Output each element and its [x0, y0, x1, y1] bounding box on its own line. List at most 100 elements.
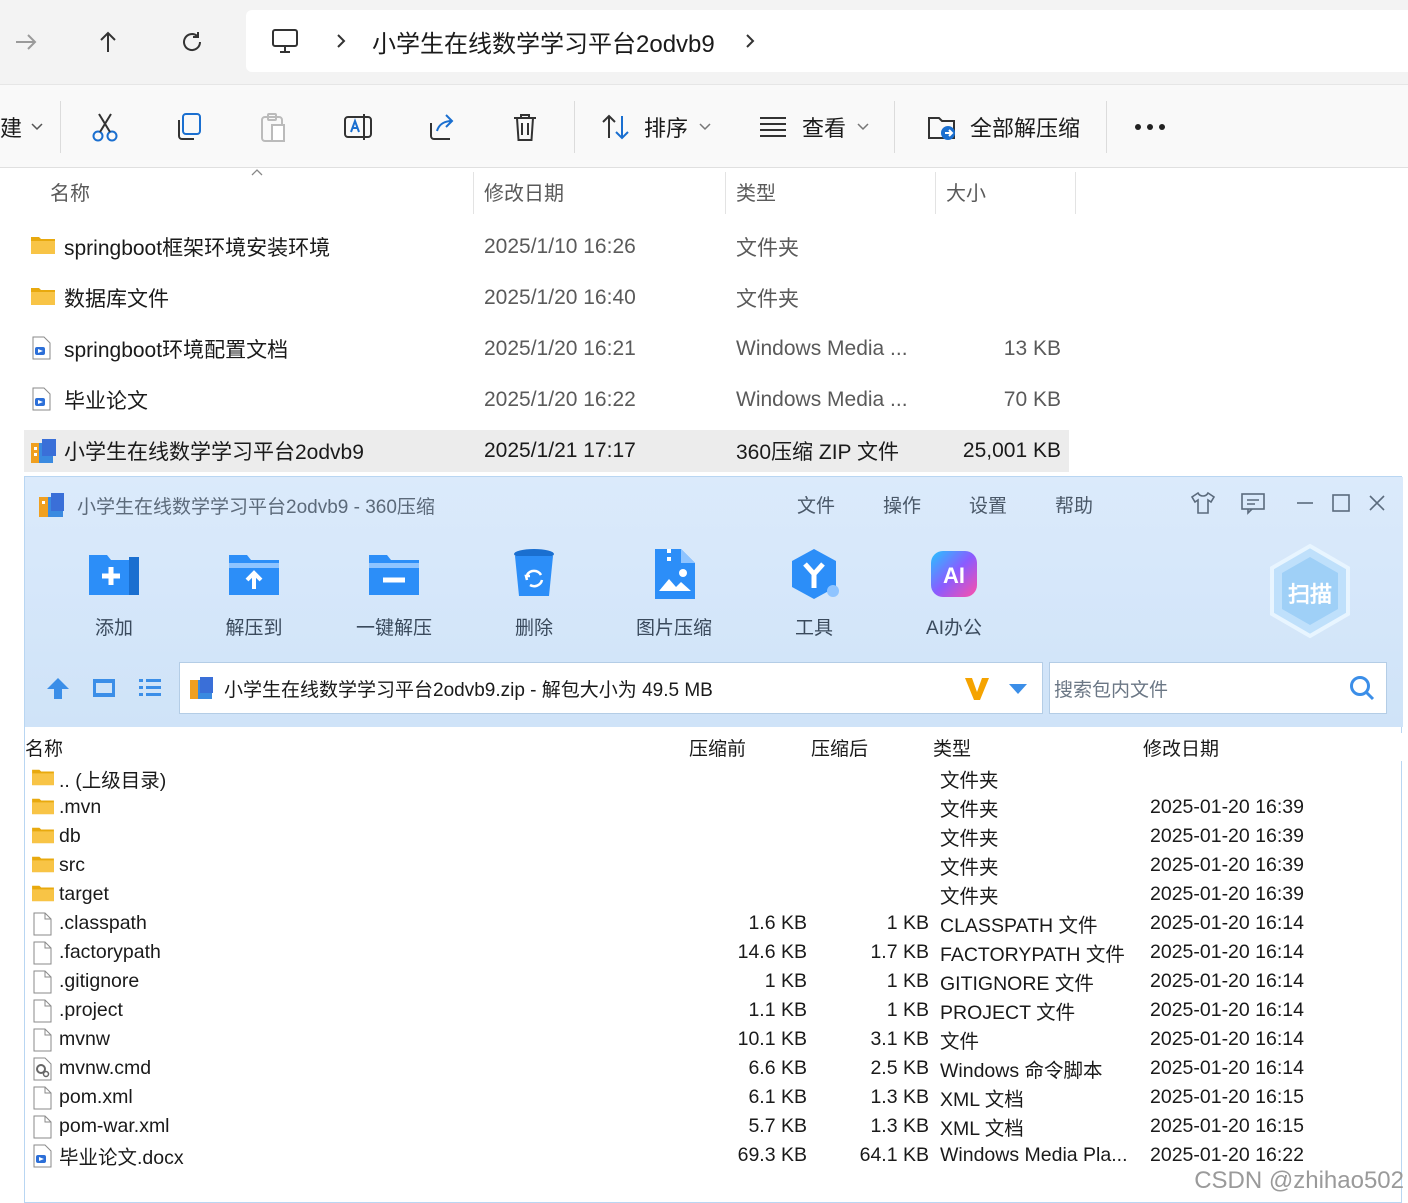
column-header-name[interactable]: 名称 [50, 168, 90, 214]
dropdown-arrow-icon[interactable] [1008, 682, 1028, 696]
refresh-icon [183, 32, 202, 51]
file-date: 2025/1/20 16:22 [484, 388, 636, 411]
archive-entry-row[interactable]: mvnw.cmd 6.6 KB 2.5 KB Windows 命令脚本 2025-01-… [25, 1054, 1403, 1083]
extract-all-label: 全部解压缩 [970, 116, 1081, 141]
archive-entry-row[interactable]: mvnw 10.1 KB 3.1 KB 文件 2025-01-20 16:14 [25, 1025, 1403, 1054]
menu-file[interactable]: 文件 [797, 491, 835, 518]
zip-column-type[interactable]: 类型 [933, 733, 971, 761]
tool-image-compress-label: 图片压缩 [635, 618, 712, 639]
refresh-button[interactable] [172, 22, 212, 62]
archive-entry-row[interactable]: db 文件夹 2025-01-20 16:39 [25, 822, 1403, 851]
entry-type: 文件夹 [940, 770, 999, 792]
entry-name: pom.xml [59, 1086, 133, 1108]
entry-type: CLASSPATH 文件 [940, 915, 1098, 937]
up-level-button[interactable] [45, 675, 71, 706]
maximize-icon [1332, 494, 1350, 512]
recycle-bin-icon [514, 549, 554, 596]
chevron-right-icon[interactable] [743, 32, 757, 50]
entry-type: PROJECT 文件 [940, 1002, 1076, 1024]
thumbnail-view-button[interactable] [91, 675, 117, 706]
zip-list-header: 名称 压缩前 压缩后 类型 修改日期 [25, 733, 1403, 761]
extract-all-button[interactable]: 全部解压缩 [926, 107, 1080, 147]
tool-delete-label: 删除 [514, 618, 553, 639]
zip-column-name[interactable]: 名称 [25, 733, 63, 761]
archive-entry-row[interactable]: .gitignore 1 KB 1 KB GITIGNORE 文件 2025-01-20… [25, 967, 1403, 996]
file-row[interactable]: springboot框架环境安装环境 2025/1/10 16:26 文件夹 [24, 226, 1069, 268]
archive-entry-row[interactable]: .. (上级目录) 文件夹 [25, 764, 1403, 793]
view-label: 查看 [802, 116, 847, 141]
list-view-button[interactable] [137, 675, 163, 706]
share-button[interactable] [426, 107, 458, 147]
entry-type: XML 文档 [940, 1118, 1024, 1140]
archive-path-field[interactable]: 小学生在线数学学习平台2odvb9.zip - 解包大小为 49.5 MB [179, 662, 1043, 714]
skin-button[interactable] [1189, 489, 1217, 517]
file-row[interactable]: springboot环境配置文档 2025/1/20 16:21 Windows M… [24, 328, 1069, 370]
entry-name: mvnw [59, 1028, 110, 1050]
entry-size-before: 5.7 KB [748, 1115, 807, 1137]
breadcrumb-folder[interactable]: 小学生在线数学学习平台2odvb9 [372, 24, 715, 59]
more-options-button[interactable] [1134, 107, 1166, 147]
archive-entry-row[interactable]: src 文件夹 2025-01-20 16:39 [25, 851, 1403, 880]
file-list-header: 名称 修改日期 类型 大小 [0, 168, 1408, 214]
search-icon[interactable] [1348, 674, 1376, 702]
file-icon [33, 941, 52, 965]
tool-quick-extract-label: 一键解压 [355, 618, 432, 639]
up-button[interactable] [88, 22, 128, 62]
zip-column-date[interactable]: 修改日期 [1143, 733, 1219, 761]
archive-entry-row[interactable]: target 文件夹 2025-01-20 16:39 [25, 880, 1403, 909]
feedback-button[interactable] [1239, 489, 1267, 517]
column-header-type[interactable]: 类型 [736, 168, 776, 214]
entry-date: 2025-01-20 16:39 [1150, 883, 1304, 905]
view-list-icon [760, 117, 786, 137]
close-button[interactable] [1363, 489, 1391, 517]
column-header-date[interactable]: 修改日期 [484, 168, 564, 214]
zip-address-bar: 小学生在线数学学习平台2odvb9.zip - 解包大小为 49.5 MB 搜索… [25, 661, 1403, 717]
file-row[interactable]: 数据库文件 2025/1/20 16:40 文件夹 [24, 277, 1069, 319]
copy-button[interactable] [174, 107, 204, 147]
watermark: CSDN @zhihao502 [1194, 1167, 1404, 1194]
archive-entry-row[interactable]: .classpath 1.6 KB 1 KB CLASSPATH 文件 2025-01-… [25, 909, 1403, 938]
file-date: 2025/1/20 16:21 [484, 337, 636, 360]
zip-column-after[interactable]: 压缩后 [811, 733, 868, 761]
close-icon [1369, 495, 1385, 511]
zip-column-before[interactable]: 压缩前 [689, 733, 746, 761]
archive-entry-row[interactable]: .factorypath 14.6 KB 1.7 KB FACTORYPATH 文件 2… [25, 938, 1403, 967]
entry-size-after: 1 KB [886, 999, 929, 1021]
archive-entry-row[interactable]: pom.xml 6.1 KB 1.3 KB XML 文档 2025-01-20 16:1… [25, 1083, 1403, 1112]
maximize-button[interactable] [1327, 489, 1355, 517]
archive-entry-row[interactable]: 毕业论文.docx 69.3 KB 64.1 KB Windows Media Pla… [25, 1141, 1403, 1170]
archive-entry-row[interactable]: .project 1.1 KB 1 KB PROJECT 文件 2025-01-20 1… [25, 996, 1403, 1025]
file-row[interactable]: 毕业论文 2025/1/20 16:22 Windows Media ... 70 K… [24, 379, 1069, 421]
menu-operation[interactable]: 操作 [883, 491, 921, 518]
scan-button[interactable]: 扫描 [1267, 543, 1353, 639]
chevron-down-icon [699, 123, 711, 131]
cut-button[interactable] [90, 107, 120, 147]
column-header-size[interactable]: 大小 [946, 168, 986, 214]
paste-button[interactable] [258, 107, 288, 147]
entry-name: .classpath [59, 912, 147, 934]
scan-label: 扫描 [1287, 582, 1332, 607]
menu-settings[interactable]: 设置 [969, 491, 1007, 518]
entry-size-before: 1.1 KB [748, 999, 807, 1021]
sort-button[interactable]: 排序 [600, 107, 712, 147]
minimize-button[interactable] [1291, 489, 1319, 517]
file-row[interactable]: 小学生在线数学学习平台2odvb9 2025/1/21 17:17 360压缩 ZI… [24, 430, 1069, 472]
new-button[interactable]: 建 [0, 107, 44, 147]
archive-entry-row[interactable]: pom-war.xml 5.7 KB 1.3 KB XML 文档 2025-01-20 … [25, 1112, 1403, 1141]
v-badge-icon[interactable] [962, 675, 992, 703]
archive-entry-row[interactable]: .mvn 文件夹 2025-01-20 16:39 [25, 793, 1403, 822]
forward-button[interactable] [6, 22, 46, 62]
address-bar[interactable]: 小学生在线数学学习平台2odvb9 [246, 10, 1408, 72]
zip-window-header: 小学生在线数学学习平台2odvb9 - 360压缩 文件 操作 设置 帮助 添加… [25, 477, 1403, 727]
entry-date: 2025-01-20 16:22 [1150, 1144, 1304, 1166]
entry-name: .factorypath [59, 941, 161, 963]
search-archive-field[interactable]: 搜索包内文件 [1049, 662, 1387, 714]
view-button[interactable]: 查看 [758, 107, 870, 147]
entry-name: 毕业论文.docx [59, 1147, 184, 1169]
zip-archive-icon [31, 439, 56, 463]
delete-button[interactable] [510, 107, 540, 147]
clipboard-icon [261, 113, 285, 142]
menu-help[interactable]: 帮助 [1055, 491, 1093, 518]
entry-date: 2025-01-20 16:39 [1150, 854, 1304, 876]
rename-button[interactable] [342, 107, 374, 147]
